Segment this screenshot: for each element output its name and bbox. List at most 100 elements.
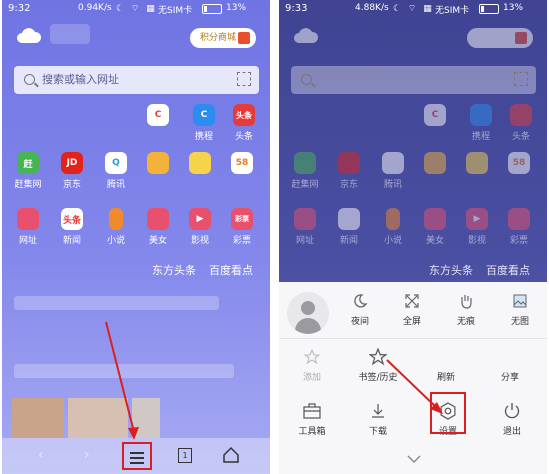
search-bar[interactable]: 搜索或输入网址 — [14, 66, 259, 94]
points-mall-button[interactable]: 积分商城 — [190, 28, 256, 48]
menu-label: 添加 — [302, 373, 321, 383]
category-label: 新闻 — [62, 236, 81, 246]
category-lottery[interactable]: 彩票 彩票 — [220, 208, 264, 246]
app-ctrip[interactable]: C 携程 — [182, 104, 226, 142]
menu-incognito[interactable]: 无痕 — [441, 290, 491, 327]
news-item-blurred[interactable] — [14, 364, 234, 378]
star-icon — [369, 348, 387, 366]
forward-icon[interactable]: › — [84, 447, 90, 463]
back-icon[interactable]: ‹ — [38, 447, 44, 463]
category-label: 影视 — [467, 236, 486, 246]
category-beauty[interactable]: 美女 — [136, 208, 180, 246]
home-icon[interactable] — [222, 446, 240, 464]
ganji-icon — [294, 152, 316, 174]
category-video: ▶ 影视 — [455, 208, 499, 246]
app-icon: C — [147, 104, 169, 126]
points-mall-button — [467, 28, 533, 48]
app-58: 58 — [497, 152, 541, 174]
news-thumbnail[interactable] — [68, 398, 128, 438]
news-tab-dongfang: 东方头条 — [429, 264, 473, 277]
news-item-blurred[interactable] — [14, 296, 219, 310]
category-label: 小说 — [383, 236, 402, 246]
menu-no-image[interactable]: 无图 — [495, 290, 545, 327]
hand-icon — [461, 295, 472, 309]
app-ganji[interactable]: 赶 赶集网 — [6, 152, 50, 190]
news-tab-baidu[interactable]: 百度看点 — [209, 262, 253, 278]
news-thumbnail[interactable] — [132, 398, 160, 438]
menu-bookmarks-history[interactable]: 书签/历史 — [353, 346, 403, 383]
menu-label: 下载 — [368, 427, 387, 437]
menu-label: 无图 — [510, 317, 529, 327]
news-thumbnail[interactable] — [12, 398, 64, 438]
category-beauty: 美女 — [413, 208, 457, 246]
58-icon: 58 — [231, 152, 253, 174]
app-blurred-1 — [413, 152, 457, 174]
app-blurred-red: C — [413, 104, 457, 126]
menu-label: 分享 — [500, 373, 519, 383]
status-icons: ☾ ⌔ ▦ — [116, 4, 157, 14]
app-58[interactable]: 58 — [220, 152, 264, 174]
menu-night-mode[interactable]: 夜间 — [335, 290, 385, 327]
app-blurred-1[interactable] — [136, 152, 180, 174]
menu-label: 书签/历史 — [358, 373, 398, 383]
menu-download[interactable]: 下载 — [353, 400, 403, 437]
menu-fullscreen[interactable]: 全屏 — [387, 290, 437, 327]
search-icon — [24, 74, 35, 85]
category-label: 彩票 — [509, 236, 528, 246]
menu-toolbox[interactable]: 工具箱 — [287, 400, 337, 437]
category-news[interactable]: 头条 新闻 — [50, 208, 94, 246]
category-url[interactable]: 网址 — [6, 208, 50, 246]
status-icons: ☾ ⌔ ▦ — [393, 4, 434, 14]
network-speed: 0.94K/s — [78, 3, 112, 13]
category-url: 网址 — [283, 208, 327, 246]
menu-add-bookmark[interactable]: 添加 — [287, 346, 337, 383]
book-icon — [109, 208, 123, 230]
weather-cloud-icon[interactable] — [16, 26, 42, 44]
app-tencent: 腾讯 — [371, 152, 415, 190]
status-bar: 9:33 4.88K/s ☾ ⌔ ▦ 无SIM卡 13% — [279, 0, 547, 18]
menu-label: 工具箱 — [298, 427, 326, 437]
app-weibo[interactable] — [178, 152, 222, 174]
menu-exit[interactable]: 退出 — [487, 400, 537, 437]
category-label: 影视 — [190, 236, 209, 246]
app-label: 腾讯 — [383, 180, 402, 190]
weather-info[interactable] — [50, 24, 90, 44]
app-weibo — [455, 152, 499, 174]
menu-share[interactable]: 分享 — [485, 346, 535, 383]
user-avatar[interactable] — [287, 292, 329, 334]
news-tab-baidu: 百度看点 — [486, 264, 530, 277]
lottery-icon — [508, 208, 530, 230]
menu-divider — [279, 338, 547, 339]
cat-icon — [424, 152, 446, 174]
ctrip-icon — [470, 104, 492, 126]
app-ctrip: 携程 — [459, 104, 503, 142]
status-time: 9:32 — [8, 3, 31, 14]
book-icon — [386, 208, 400, 230]
tabs-count-icon[interactable]: 1 — [178, 448, 192, 463]
app-label: 携程 — [471, 132, 490, 142]
category-label: 新闻 — [339, 236, 358, 246]
jd-icon: JD — [61, 152, 83, 174]
star-add-icon — [304, 349, 320, 365]
chevron-down-icon[interactable] — [407, 454, 421, 464]
network-speed: 4.88K/s — [355, 3, 389, 13]
app-blurred-red[interactable]: C — [136, 104, 180, 126]
app-toutiao[interactable]: 头条 头条 — [222, 104, 266, 142]
menu-button[interactable] — [122, 442, 152, 470]
scan-icon[interactable] — [237, 72, 251, 86]
carrier-text: 无SIM卡 — [435, 6, 470, 16]
app-jd[interactable]: JD 京东 — [50, 152, 94, 190]
browser-menu-panel: 夜间 全屏 无痕 无图 添加 书签/历史 刷新 分享 工具箱 下载 设置 退出 — [279, 282, 547, 474]
beauty-icon — [424, 208, 446, 230]
news-tab-dongfang[interactable]: 东方头条 — [152, 262, 196, 278]
app-label: 携程 — [194, 132, 213, 142]
app-tencent[interactable]: Q 腾讯 — [94, 152, 138, 190]
news-icon: 头条 — [61, 208, 83, 230]
app-label: 京东 — [62, 180, 81, 190]
category-label: 小说 — [106, 236, 125, 246]
category-novel[interactable]: 小说 — [94, 208, 138, 246]
weibo-icon — [189, 152, 211, 174]
category-video[interactable]: ▶ 影视 — [178, 208, 222, 246]
play-icon: ▶ — [466, 208, 488, 230]
menu-refresh[interactable]: 刷新 — [421, 346, 471, 383]
